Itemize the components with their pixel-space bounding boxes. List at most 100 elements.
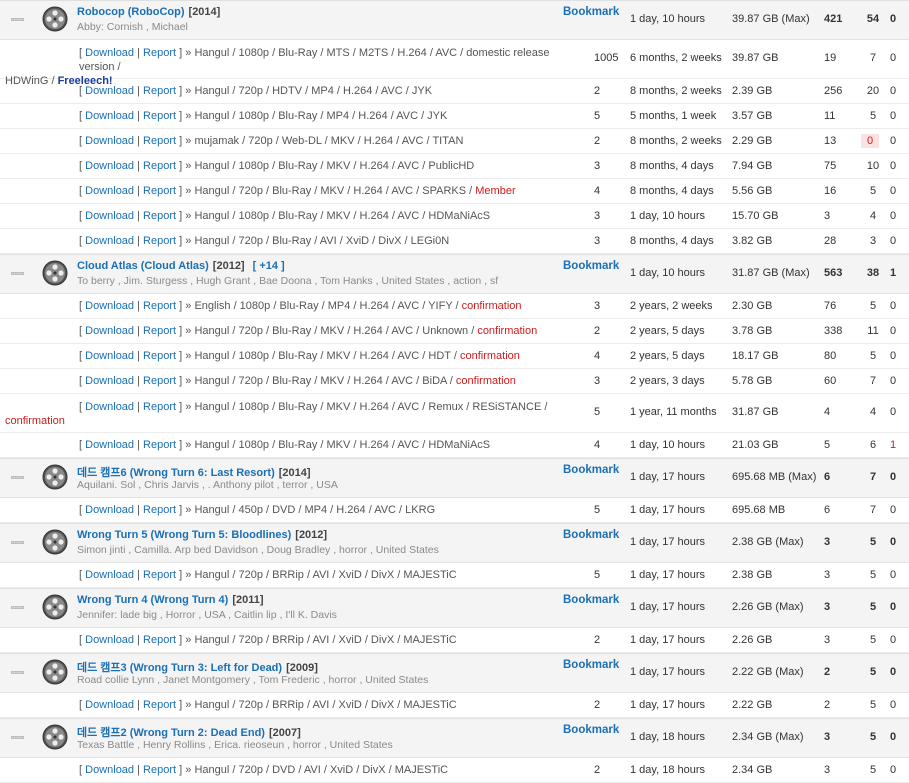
download-link[interactable]: Download — [85, 504, 134, 516]
download-link[interactable]: Download — [85, 325, 134, 337]
torrent-time: 1 year, 11 months — [630, 406, 717, 418]
torrent-edition: [ Download | Report ] » Hangul / 1080p /… — [79, 110, 447, 122]
download-link[interactable]: Download — [85, 699, 134, 711]
torrent-row: [ Download | Report ] » Hangul / 1080p /… — [0, 344, 909, 369]
collapse-toggle-icon[interactable] — [11, 736, 24, 739]
download-link[interactable]: Download — [85, 135, 134, 147]
download-link[interactable]: Download — [85, 439, 134, 451]
bookmark-link[interactable]: Bookmark — [563, 464, 619, 476]
collapse-toggle-icon[interactable] — [11, 18, 24, 21]
collapse-toggle-icon[interactable] — [11, 671, 24, 674]
movie-year: [2014] — [188, 6, 221, 18]
download-link[interactable]: Download — [85, 47, 134, 59]
torrent-leechers: 0 — [890, 300, 897, 312]
torrent-edition: [ Download | Report ] » Hangul / 720p / … — [79, 569, 457, 581]
report-link[interactable]: Report — [143, 235, 176, 247]
report-link[interactable]: Report — [143, 569, 176, 581]
arrow-glyph: » — [185, 699, 192, 711]
movie-title-link[interactable]: 데드 캠프2 (Wrong Turn 2: Dead End) — [77, 727, 265, 739]
report-link[interactable]: Report — [143, 764, 176, 776]
torrent-row: [ Download | Report ] » Hangul / 720p / … — [0, 563, 909, 588]
torrent-size: 18.17 GB — [732, 350, 779, 362]
bookmark-link[interactable]: Bookmark — [563, 6, 619, 18]
report-link[interactable]: Report — [143, 504, 176, 516]
film-reel-icon — [42, 594, 68, 620]
movie-title-link[interactable]: Cloud Atlas (Cloud Atlas) — [77, 260, 209, 272]
download-link[interactable]: Download — [85, 569, 134, 581]
report-link[interactable]: Report — [143, 47, 176, 59]
report-link[interactable]: Report — [143, 160, 176, 172]
torrent-snatched: 3 — [824, 569, 831, 581]
report-link[interactable]: Report — [143, 350, 176, 362]
seeders-value: 4 — [869, 406, 877, 418]
more-tags-link[interactable]: [ +14 ] — [253, 260, 285, 272]
torrent-files: 4 — [594, 350, 601, 362]
collapse-toggle-icon[interactable] — [11, 541, 24, 544]
download-link[interactable]: Download — [85, 634, 134, 646]
link-separator: | — [137, 569, 140, 581]
download-link[interactable]: Download — [85, 110, 134, 122]
report-link[interactable]: Report — [143, 110, 176, 122]
bracket-open: [ — [79, 634, 83, 646]
torrent-files: 4 — [594, 185, 601, 197]
group-seeders: 5 — [869, 536, 877, 548]
report-link[interactable]: Report — [143, 85, 176, 97]
movie-title-line: 데드 캠프3 (Wrong Turn 3: Left for Dead) [200… — [77, 659, 318, 675]
bookmark-link[interactable]: Bookmark — [563, 594, 619, 606]
download-link[interactable]: Download — [85, 185, 134, 197]
report-link[interactable]: Report — [143, 300, 176, 312]
seeders-value: 5 — [869, 110, 877, 122]
download-link[interactable]: Download — [85, 350, 134, 362]
download-link[interactable]: Download — [85, 375, 134, 387]
download-link[interactable]: Download — [85, 85, 134, 97]
movie-title-link[interactable]: Wrong Turn 5 (Wrong Turn 5: Bloodlines) — [77, 529, 291, 541]
movie-title-link[interactable]: Robocop (RoboCop) — [77, 6, 185, 18]
movie-title-link[interactable]: Wrong Turn 4 (Wrong Turn 4) — [77, 594, 228, 606]
movie-title-link[interactable]: 데드 캠프3 (Wrong Turn 3: Left for Dead) — [77, 662, 282, 674]
collapse-toggle-icon[interactable] — [11, 272, 24, 275]
torrent-row: [ Download | Report ] » Hangul / 1080p /… — [0, 204, 909, 229]
warning-tag: confirmation — [459, 350, 520, 362]
edition-text: Hangul / 720p / BRRip / AVI / XviD / Div… — [194, 569, 457, 581]
report-link[interactable]: Report — [143, 699, 176, 711]
bracket-open: [ — [79, 699, 83, 711]
link-separator: | — [137, 401, 140, 413]
movie-title-line: 데드 캠프2 (Wrong Turn 2: Dead End) [2007] — [77, 724, 301, 740]
torrent-leechers: 0 — [890, 699, 897, 711]
collapse-toggle-icon[interactable] — [11, 476, 24, 479]
torrent-time: 1 day, 10 hours — [630, 439, 706, 451]
download-link[interactable]: Download — [85, 764, 134, 776]
bracket-close: ] — [179, 110, 183, 122]
download-link[interactable]: Download — [85, 235, 134, 247]
edition-text: Hangul / 720p / Blu-Ray / AVI / XviD / D… — [194, 235, 450, 247]
bracket-open: [ — [79, 300, 83, 312]
report-link[interactable]: Report — [143, 185, 176, 197]
report-link[interactable]: Report — [143, 135, 176, 147]
group-snatched: 6 — [824, 471, 831, 483]
download-link[interactable]: Download — [85, 401, 134, 413]
bookmark-link[interactable]: Bookmark — [563, 724, 619, 736]
torrent-edition: [ Download | Report ] » English / 1080p … — [79, 300, 522, 312]
report-link[interactable]: Report — [143, 375, 176, 387]
arrow-glyph: » — [185, 135, 192, 147]
report-link[interactable]: Report — [143, 439, 176, 451]
download-link[interactable]: Download — [85, 160, 134, 172]
report-link[interactable]: Report — [143, 401, 176, 413]
report-link[interactable]: Report — [143, 634, 176, 646]
bookmark-link[interactable]: Bookmark — [563, 659, 619, 671]
collapse-toggle-icon[interactable] — [11, 606, 24, 609]
report-link[interactable]: Report — [143, 210, 176, 222]
movie-title-link[interactable]: 데드 캠프6 (Wrong Turn 6: Last Resort) — [77, 467, 275, 479]
report-link[interactable]: Report — [143, 325, 176, 337]
bookmark-link[interactable]: Bookmark — [563, 260, 619, 272]
download-link[interactable]: Download — [85, 300, 134, 312]
movie-title-line: Wrong Turn 5 (Wrong Turn 5: Bloodlines) [… — [77, 529, 327, 541]
link-separator: | — [137, 764, 140, 776]
warning-tag: confirmation — [455, 375, 516, 387]
torrent-edition: [ Download | Report ] » Hangul / 1080p /… — [79, 210, 490, 222]
torrent-time: 2 years, 5 days — [630, 325, 705, 337]
torrent-edition: [ Download | Report ] » Hangul / 720p / … — [79, 185, 516, 197]
bookmark-link[interactable]: Bookmark — [563, 529, 619, 541]
download-link[interactable]: Download — [85, 210, 134, 222]
torrent-files: 5 — [594, 406, 601, 418]
